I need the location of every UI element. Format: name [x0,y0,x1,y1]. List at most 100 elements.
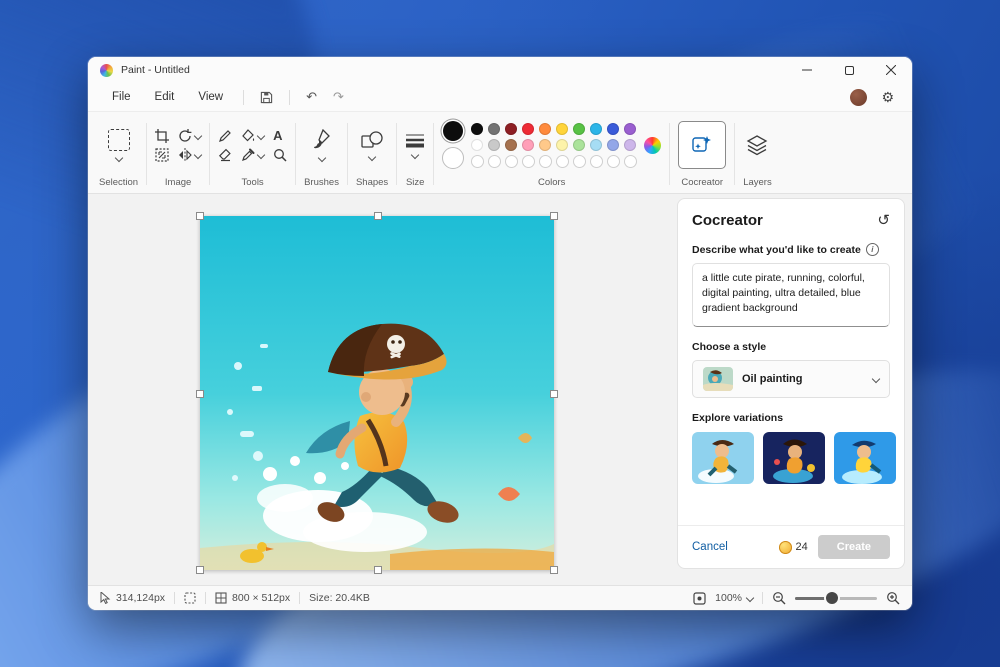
variation-thumbnail-3[interactable] [834,432,896,484]
palette-color[interactable] [624,139,636,151]
resize-button[interactable] [155,148,169,162]
palette-color[interactable] [488,139,500,151]
palette-color[interactable] [556,123,568,135]
eraser-tool-button[interactable] [218,148,232,162]
group-label-layers: Layers [743,175,772,193]
custom-color-slot[interactable] [539,155,552,168]
custom-color-slot[interactable] [624,155,637,168]
palette-color[interactable] [556,139,568,151]
chevron-down-icon [872,375,880,383]
selection-tool-button[interactable] [108,129,130,161]
menu-file[interactable]: File [100,87,143,107]
menu-edit[interactable]: Edit [143,87,187,107]
palette-color[interactable] [471,123,483,135]
brushes-button[interactable] [313,129,331,161]
color-picker-tool-button[interactable] [241,148,264,162]
resize-handle[interactable] [550,566,558,574]
text-tool-button[interactable]: A [273,128,287,143]
variation-thumbnail-1[interactable] [692,432,754,484]
variation-thumbnail-2[interactable] [763,432,825,484]
custom-color-slot[interactable] [573,155,586,168]
resize-handle[interactable] [550,390,558,398]
palette-color[interactable] [607,139,619,151]
custom-color-slot[interactable] [590,155,603,168]
palette-color[interactable] [488,123,500,135]
cocreator-button[interactable] [678,121,726,169]
zoom-slider-thumb[interactable] [826,592,838,604]
palette-color[interactable] [539,123,551,135]
zoom-slider[interactable] [795,597,877,600]
palette-color[interactable] [522,123,534,135]
close-button[interactable] [870,57,912,83]
palette-color[interactable] [607,123,619,135]
group-layers: Layers [736,115,779,193]
menu-view[interactable]: View [186,87,235,107]
palette-color[interactable] [471,139,483,151]
zoom-out-icon[interactable] [772,591,786,605]
magnifier-tool-button[interactable] [273,148,287,162]
secondary-color-swatch[interactable] [442,147,464,169]
custom-color-slot[interactable] [522,155,535,168]
palette-color[interactable] [573,123,585,135]
layers-button[interactable] [746,134,768,156]
zoom-level-dropdown[interactable]: 100% [715,592,753,604]
maximize-button[interactable] [828,57,870,83]
palette-color[interactable] [539,139,551,151]
undo-icon[interactable]: ↶ [298,87,325,107]
palette-color[interactable] [505,123,517,135]
canvas[interactable] [200,216,554,570]
resize-handle[interactable] [374,566,382,574]
rotate-button[interactable] [178,129,201,143]
chevron-down-icon [194,150,202,158]
panel-title: Cocreator [692,212,763,229]
settings-gear-icon[interactable]: ⚙ [881,89,894,106]
custom-color-slot[interactable] [607,155,620,168]
shapes-button[interactable] [361,130,383,160]
style-dropdown[interactable]: Oil painting [692,360,890,398]
fill-tool-button[interactable] [241,129,264,143]
resize-handle[interactable] [196,566,204,574]
selection-size-icon [184,592,196,604]
resize-handle[interactable] [196,390,204,398]
cocreator-sparkle-icon [691,134,713,156]
save-icon[interactable] [252,89,281,106]
custom-color-slot[interactable] [471,155,484,168]
palette-color[interactable] [590,139,602,151]
palette-color[interactable] [624,123,636,135]
custom-color-slot[interactable] [488,155,501,168]
resize-handle[interactable] [196,212,204,220]
account-avatar[interactable] [850,89,867,106]
redo-icon[interactable]: ↷ [325,87,352,107]
prompt-input[interactable]: a little cute pirate, running, colorful,… [692,263,890,327]
palette-color[interactable] [590,123,602,135]
resize-handle[interactable] [550,212,558,220]
minimize-button[interactable] [786,57,828,83]
cancel-button[interactable]: Cancel [692,541,728,553]
palette-color[interactable] [522,139,534,151]
edit-colors-wheel-icon[interactable] [644,137,661,154]
group-label-tools: Tools [242,175,264,193]
custom-color-slot[interactable] [556,155,569,168]
canvas-background [88,194,677,585]
crop-button[interactable] [155,129,169,143]
primary-color-swatch[interactable] [443,121,463,141]
group-label-selection: Selection [99,175,138,193]
custom-color-slot[interactable] [505,155,518,168]
create-button[interactable]: Create [818,535,890,559]
info-icon[interactable]: i [866,243,879,256]
chevron-down-icon [194,131,202,139]
group-brushes: Brushes [297,115,346,193]
size-button[interactable] [405,132,425,158]
status-divider [174,592,175,604]
history-icon[interactable]: ↺ [877,211,890,229]
zoom-in-icon[interactable] [886,591,900,605]
brush-icon [313,129,331,151]
fit-to-screen-icon[interactable] [693,592,706,605]
window-title: Paint - Untitled [121,64,190,76]
file-size-value: Size: 20.4KB [309,592,370,604]
palette-color[interactable] [573,139,585,151]
palette-color[interactable] [505,139,517,151]
resize-handle[interactable] [374,212,382,220]
flip-button[interactable] [178,148,201,162]
pencil-tool-button[interactable] [218,129,232,143]
